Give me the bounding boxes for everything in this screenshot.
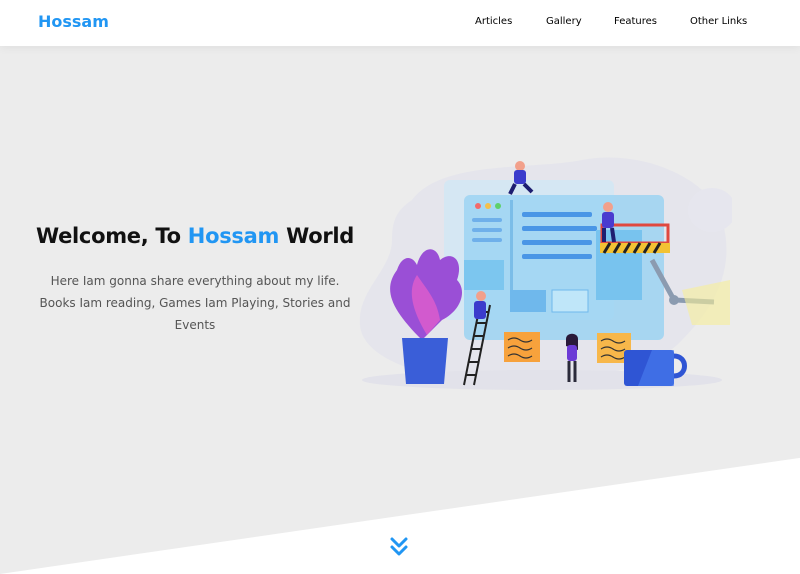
text-line	[522, 240, 592, 245]
page-title: Welcome, To Hossam World	[0, 224, 390, 248]
text-line	[472, 218, 502, 222]
image-block	[551, 289, 589, 313]
image-block	[464, 260, 504, 290]
text-line	[472, 228, 502, 232]
text-line	[472, 238, 502, 242]
window-dot-red	[475, 203, 481, 209]
title-accent: Hossam	[187, 224, 280, 248]
text-line	[522, 212, 592, 217]
intro-description: Here Iam gonna share everything about my…	[39, 274, 351, 332]
text-line	[522, 254, 592, 259]
nav-link-other-links[interactable]: Other Links	[690, 16, 747, 27]
web-design-team-illustration	[359, 157, 732, 390]
image-block	[510, 290, 546, 312]
title-suffix: World	[279, 224, 355, 248]
window-dot-green	[495, 203, 501, 209]
person-body	[567, 345, 577, 361]
plant-pot	[402, 338, 448, 384]
title-prefix: Welcome, To	[35, 224, 188, 248]
person-body	[602, 212, 614, 228]
intro-text: Welcome, To Hossam World Here Iam gonna …	[0, 224, 390, 336]
person-head	[476, 291, 486, 301]
text-line	[522, 226, 597, 231]
crane-joint	[669, 295, 679, 305]
nav-link-features[interactable]: Features	[614, 16, 657, 27]
mug-handle	[673, 353, 687, 379]
double-chevron-down-icon[interactable]	[388, 536, 410, 558]
person-body	[474, 301, 486, 319]
person-body	[514, 170, 526, 184]
window-dot-yellow	[485, 203, 491, 209]
main-nav: Articles Gallery Features Other Links	[0, 16, 800, 32]
person-head	[515, 161, 525, 171]
nav-link-gallery[interactable]: Gallery	[546, 16, 582, 27]
nav-link-articles[interactable]: Articles	[475, 16, 512, 27]
person-head	[603, 202, 613, 212]
header: Hossam Articles Gallery Features Other L…	[0, 0, 800, 46]
